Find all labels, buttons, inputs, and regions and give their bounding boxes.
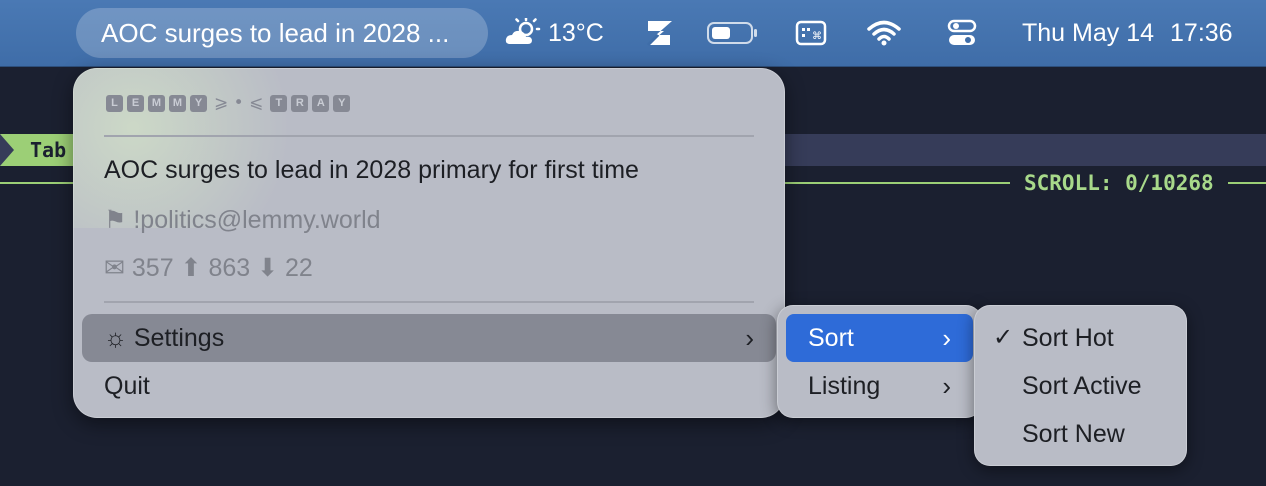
control-center-status-item[interactable] (946, 0, 978, 66)
sort-submenu: ✓ Sort Hot Sort Active Sort New (974, 305, 1187, 466)
z-app-status-item[interactable] (646, 0, 674, 66)
logo-letter: L (106, 94, 123, 112)
z-app-icon (646, 21, 672, 47)
listing-menu-item[interactable]: Listing › (786, 362, 973, 410)
settings-submenu: Sort › Listing › (777, 305, 982, 418)
weather-status-item[interactable]: 13°C (504, 0, 604, 66)
control-center-icon (947, 19, 977, 45)
quit-menu-item[interactable]: Quit (104, 362, 150, 410)
battery-icon (707, 22, 757, 44)
keyboard-viewer-icon: ⌘ (795, 20, 827, 46)
logo-letter: E (127, 94, 144, 112)
svg-text:⌘: ⌘ (812, 31, 822, 42)
chevron-right-icon: › (942, 323, 951, 353)
sort-option-label: Sort New (1022, 420, 1125, 448)
sort-option-label: Sort Active (1022, 372, 1142, 400)
menubar-active-title[interactable]: AOC surges to lead in 2028 ... (76, 8, 488, 58)
tray-menu: L E M M Y ⩾ • ⩽ T R A Y AOC surges to le… (73, 68, 785, 418)
post-title-item[interactable]: AOC surges to lead in 2028 primary for f… (104, 156, 639, 185)
keyboard-viewer-status-item[interactable]: ⌘ (795, 0, 827, 66)
logo-letter: T (270, 94, 288, 112)
menu-separator (104, 135, 754, 137)
logo-letter: R (291, 94, 309, 112)
logo-letter: Y (190, 94, 207, 112)
sort-option-label: Sort Hot (1022, 324, 1114, 352)
weather-temp: 13°C (548, 18, 604, 47)
wifi-status-item[interactable] (866, 0, 902, 66)
menubar-date: Thu May 14 (1022, 18, 1155, 47)
chevron-right-icon: › (745, 323, 754, 353)
sun-behind-cloud-icon (505, 18, 541, 44)
terminal-scroll-status: SCROLL: 0/10268 (1010, 168, 1228, 198)
lemmy-tray-logo: L E M M Y ⩾ • ⩽ T R A Y (106, 93, 351, 113)
listing-label: Listing (808, 372, 881, 400)
logo-letter: M (148, 94, 165, 112)
clock-status-item[interactable]: Thu May 14 17:36 (1022, 0, 1233, 66)
chevron-right-icon: › (942, 371, 951, 401)
sort-hot-item[interactable]: ✓ Sort Hot (983, 314, 1178, 362)
sort-label: Sort (808, 324, 854, 352)
settings-menu-item[interactable]: ☼ Settings › (82, 314, 776, 362)
logo-letter: M (169, 94, 186, 112)
post-community: ⚑ !politics@lemmy.world (104, 206, 381, 234)
checkmark-icon: ✓ (993, 324, 1014, 351)
terminal-tab-arrow (0, 134, 14, 166)
post-stats: ✉ 357 ⬆ 863 ⬇ 22 (104, 254, 313, 282)
sort-new-item[interactable]: Sort New (983, 410, 1178, 458)
menubar-time: 17:36 (1170, 18, 1233, 47)
menu-bar: AOC surges to lead in 2028 ... 13°C ⌘ Th… (0, 0, 1266, 67)
logo-symbols: ⩾ • ⩽ (214, 93, 264, 113)
menu-glow (73, 68, 333, 228)
battery-status-item[interactable] (707, 0, 759, 66)
settings-label: ☼ Settings (104, 324, 225, 352)
logo-letter: A (312, 94, 330, 112)
wifi-icon (867, 20, 901, 46)
sort-active-item[interactable]: Sort Active (983, 362, 1178, 410)
logo-letter: Y (333, 94, 351, 112)
menu-separator (104, 301, 754, 303)
sort-menu-item[interactable]: Sort › (786, 314, 973, 362)
